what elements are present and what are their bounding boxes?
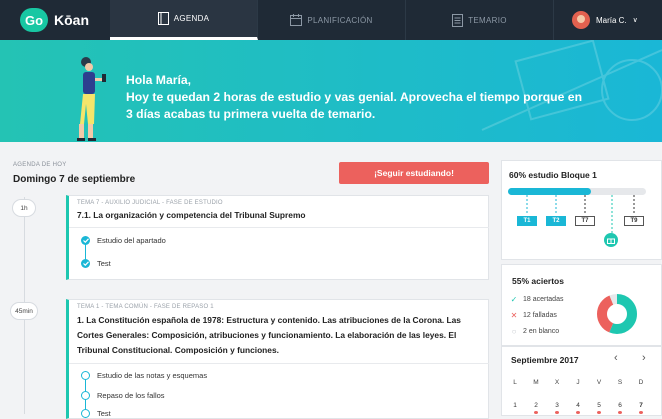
card-divider — [69, 227, 489, 228]
accuracy-title: 55% aciertos — [512, 276, 564, 286]
woman-illustration — [77, 57, 106, 141]
logo-badge: Go — [20, 8, 48, 32]
calendar-day[interactable]: 5 — [592, 402, 606, 409]
tab-temario-label: TEMARIO — [468, 15, 507, 25]
stat-blank-label: 2 en blanco — [523, 328, 560, 335]
logo[interactable]: Go Kōan — [20, 7, 92, 33]
avatar — [572, 11, 590, 29]
task-label: Test — [97, 259, 111, 268]
study-progress-fill — [508, 188, 591, 195]
milestone-label: T7 — [575, 216, 595, 226]
task-item[interactable]: Test — [81, 259, 111, 268]
accuracy-donut-chart — [597, 294, 637, 334]
session-title: 1. La Constitución española de 1978: Est… — [77, 314, 487, 357]
weekday-label: S — [617, 379, 623, 386]
session-card[interactable]: TEMA 7 - AUXILIO JUDICIAL - FASE DE ESTU… — [66, 195, 489, 280]
agenda-date: Domingo 7 de septiembre — [13, 174, 136, 185]
weekday-label: L — [513, 379, 517, 386]
empty-circle-icon: ○ — [511, 327, 517, 336]
session-title: 7.1. La organización y competencia del T… — [77, 210, 306, 220]
check-icon — [81, 236, 90, 245]
top-nav-bar: Go Kōan AGENDA PLANIFICACIÓN TEMARIO Mar… — [0, 0, 662, 40]
tab-agenda[interactable]: AGENDA — [110, 0, 258, 40]
calendar-day[interactable]: 7 — [634, 402, 648, 409]
milestone-label: T9 — [624, 216, 644, 226]
task-item[interactable]: Estudio de las notas y esquemas — [81, 371, 207, 380]
time-badge: 1h — [12, 199, 36, 217]
continue-studying-button[interactable]: ¡Seguir estudiando! — [339, 162, 489, 184]
stat-failed: ✕ 12 falladas — [509, 311, 557, 320]
tab-agenda-label: AGENDA — [173, 14, 210, 23]
document-list-icon — [452, 13, 464, 27]
task-label: Repaso de los fallos — [97, 391, 165, 400]
session-meta: TEMA 1 - TEMA COMÚN - FASE DE REPASO 1 — [77, 304, 214, 310]
study-progress-title: 60% estudio Bloque 1 — [509, 170, 597, 180]
tab-planificacion-label: PLANIFICACIÓN — [307, 15, 373, 25]
check-icon — [81, 259, 90, 268]
study-progress-bar — [508, 188, 646, 195]
calendar-month: Septiembre 2017 — [511, 355, 579, 365]
session-title-line: Cortes Generales: Composición, atribucio… — [77, 330, 457, 340]
hero-greeting: Hola María, — [126, 73, 192, 87]
tab-temario[interactable]: TEMARIO — [406, 0, 554, 40]
chevron-left-icon[interactable]: ‹ — [614, 352, 618, 364]
weekday-label: D — [638, 379, 644, 386]
hero-message: Hola María, Hoy te quedan 2 horas de est… — [126, 72, 596, 123]
agenda-header: AGENDA DE HOY Domingo 7 de septiembre — [13, 162, 135, 185]
task-item[interactable]: Repaso de los fallos — [81, 391, 165, 400]
weekday-label: J — [576, 379, 580, 386]
calendar-day[interactable]: 2 — [529, 402, 543, 409]
user-menu[interactable]: María C. ∨ — [572, 10, 638, 30]
circle-icon — [81, 371, 90, 380]
weekday-label: X — [554, 379, 560, 386]
task-item[interactable]: Estudio del apartado — [81, 236, 166, 245]
hero-banner: Hola María, Hoy te quedan 2 horas de est… — [0, 40, 662, 142]
calendar-icon — [290, 14, 303, 26]
milestone-label: T1 — [517, 216, 537, 226]
calendar-day[interactable]: 3 — [550, 402, 564, 409]
time-badge: 45min — [10, 302, 38, 320]
stat-correct: ✓ 18 acertadas — [509, 295, 564, 304]
chevron-right-icon[interactable]: › — [642, 352, 646, 364]
session-meta: TEMA 7 - AUXILIO JUDICIAL - FASE DE ESTU… — [77, 200, 223, 206]
session-card[interactable]: TEMA 1 - TEMA COMÚN - FASE DE REPASO 1 1… — [66, 299, 489, 419]
hero-line-2: Hoy te quedan 2 horas de estudio y vas g… — [126, 90, 583, 104]
calendar-day[interactable]: 4 — [571, 402, 585, 409]
agenda-subtitle: AGENDA DE HOY — [13, 162, 67, 168]
calendar-day[interactable]: 6 — [613, 402, 627, 409]
task-label: Estudio del apartado — [97, 236, 166, 245]
stat-blank: ○ 2 en blanco — [509, 327, 560, 336]
card-divider — [69, 363, 489, 364]
tab-planificacion[interactable]: PLANIFICACIÓN — [258, 0, 406, 40]
circle-icon — [81, 391, 90, 400]
user-name: María C. — [596, 15, 627, 25]
calendar-day[interactable]: 1 — [508, 402, 522, 409]
session-title-line: Tribunal Constitucional. Composición y f… — [77, 345, 279, 355]
task-label: Estudio de las notas y esquemas — [97, 371, 208, 380]
gift-icon[interactable] — [604, 233, 618, 247]
book-icon — [157, 12, 169, 25]
stat-correct-label: 18 acertadas — [523, 296, 564, 303]
weekday-label: V — [596, 379, 602, 386]
stat-failed-label: 12 falladas — [523, 312, 557, 319]
check-icon: ✓ — [510, 295, 518, 304]
close-icon: ✕ — [510, 311, 518, 320]
session-title-line: 1. La Constitución española de 1978: Est… — [77, 315, 461, 325]
chevron-down-icon: ∨ — [632, 17, 638, 24]
logo-text: Kōan — [54, 12, 89, 28]
weekday-label: M — [533, 379, 539, 386]
milestone-label: T2 — [546, 216, 566, 226]
hero-line-3: 3 días acabas tu primera vuelta de temar… — [126, 107, 376, 121]
